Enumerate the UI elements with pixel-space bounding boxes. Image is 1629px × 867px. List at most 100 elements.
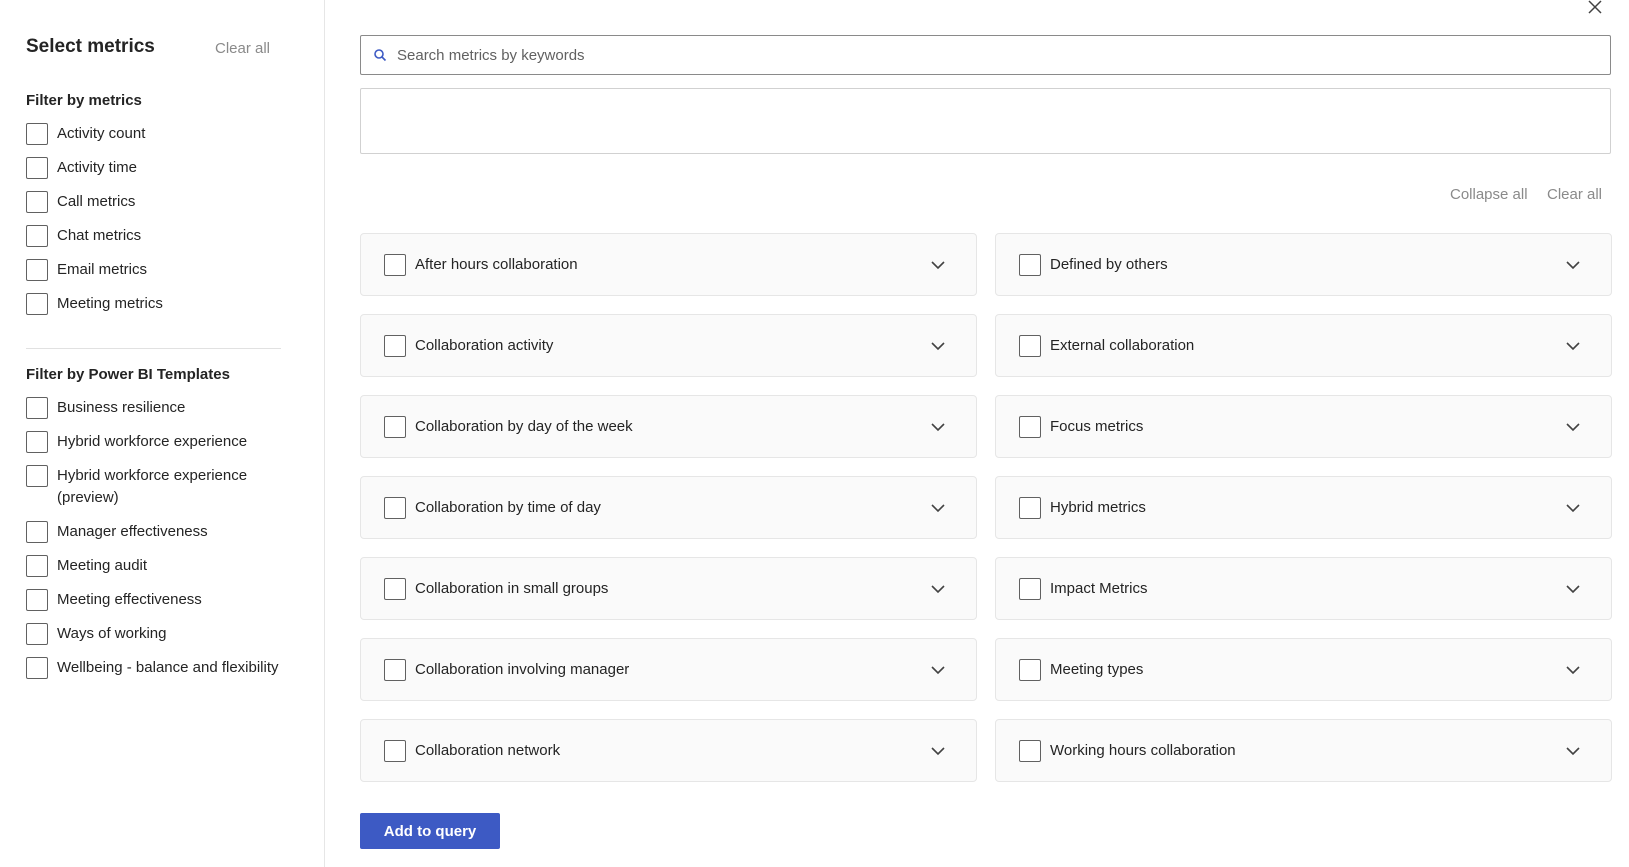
filter-panel: Select metrics Clear all Filter by metri… xyxy=(0,0,325,867)
close-icon xyxy=(1588,0,1602,14)
filter-item-meeting-audit[interactable]: Meeting audit xyxy=(26,555,286,577)
chevron-down-icon[interactable] xyxy=(930,584,946,594)
checkbox[interactable] xyxy=(26,123,48,145)
checkbox[interactable] xyxy=(26,623,48,645)
checkbox[interactable] xyxy=(26,157,48,179)
chevron-down-icon[interactable] xyxy=(1565,260,1581,270)
chevron-down-icon[interactable] xyxy=(930,746,946,756)
chevron-down-icon[interactable] xyxy=(1565,665,1581,675)
filter-item-label: Activity count xyxy=(57,125,146,142)
filter-item-meeting-metrics[interactable]: Meeting metrics xyxy=(26,293,286,315)
category-after-hours-collaboration[interactable]: After hours collaboration xyxy=(360,233,977,296)
checkbox[interactable] xyxy=(384,253,406,276)
filter-item-call-metrics[interactable]: Call metrics xyxy=(26,191,286,213)
category-label: Focus metrics xyxy=(1050,418,1144,435)
category-focus-metrics[interactable]: Focus metrics xyxy=(995,395,1612,458)
checkbox[interactable] xyxy=(26,191,48,213)
checkbox[interactable] xyxy=(1019,658,1041,681)
chevron-down-icon[interactable] xyxy=(930,422,946,432)
checkbox[interactable] xyxy=(384,496,406,519)
checkbox[interactable] xyxy=(26,259,48,281)
search-input[interactable] xyxy=(397,46,1610,64)
category-collaboration-in-small-groups[interactable]: Collaboration in small groups xyxy=(360,557,977,620)
chevron-down-icon[interactable] xyxy=(1565,584,1581,594)
filter-item-label: Manager effectiveness xyxy=(57,523,208,540)
category-meeting-types[interactable]: Meeting types xyxy=(995,638,1612,701)
panel-title: Select metrics xyxy=(26,36,155,57)
checkbox[interactable] xyxy=(26,293,48,315)
category-collaboration-by-day-of-week[interactable]: Collaboration by day of the week xyxy=(360,395,977,458)
checkbox[interactable] xyxy=(26,397,48,419)
add-to-query-button[interactable]: Add to query xyxy=(360,813,500,849)
checkbox[interactable] xyxy=(384,658,406,681)
category-collaboration-involving-manager[interactable]: Collaboration involving manager xyxy=(360,638,977,701)
category-label: Collaboration activity xyxy=(415,337,554,354)
filter-item-label: Wellbeing - balance and flexibility xyxy=(57,659,279,676)
chevron-down-icon[interactable] xyxy=(930,260,946,270)
checkbox[interactable] xyxy=(384,577,406,600)
category-label: Collaboration network xyxy=(415,742,561,759)
filter-item-label: Hybrid workforce experience (preview) xyxy=(57,467,248,506)
filter-item-email-metrics[interactable]: Email metrics xyxy=(26,259,286,281)
category-impact-metrics[interactable]: Impact Metrics xyxy=(995,557,1612,620)
category-label: Working hours collaboration xyxy=(1050,742,1236,759)
templates-filter-list: Business resilience Hybrid workforce exp… xyxy=(26,397,286,691)
filter-item-label: Meeting effectiveness xyxy=(57,591,202,608)
chevron-down-icon[interactable] xyxy=(1565,341,1581,351)
category-collaboration-by-time-of-day[interactable]: Collaboration by time of day xyxy=(360,476,977,539)
checkbox[interactable] xyxy=(1019,496,1041,519)
chevron-down-icon[interactable] xyxy=(930,341,946,351)
filter-item-business-resilience[interactable]: Business resilience xyxy=(26,397,286,419)
category-external-collaboration[interactable]: External collaboration xyxy=(995,314,1612,377)
checkbox[interactable] xyxy=(1019,739,1041,762)
search-box[interactable] xyxy=(360,35,1611,75)
checkbox[interactable] xyxy=(1019,415,1041,438)
chevron-down-icon[interactable] xyxy=(1565,422,1581,432)
collapse-all-button[interactable]: Collapse all xyxy=(1450,186,1528,203)
chevron-down-icon[interactable] xyxy=(1565,503,1581,513)
filter-item-label: Chat metrics xyxy=(57,227,142,244)
checkbox[interactable] xyxy=(384,415,406,438)
filter-item-activity-time[interactable]: Activity time xyxy=(26,157,286,179)
category-working-hours-collaboration[interactable]: Working hours collaboration xyxy=(995,719,1612,782)
filter-item-ways-of-working[interactable]: Ways of working xyxy=(26,623,286,645)
filter-item-chat-metrics[interactable]: Chat metrics xyxy=(26,225,286,247)
checkbox[interactable] xyxy=(26,521,48,543)
filter-item-label: Activity time xyxy=(57,159,138,176)
category-label: Defined by others xyxy=(1050,256,1168,273)
chevron-down-icon[interactable] xyxy=(930,665,946,675)
metrics-filter-list: Activity count Activity time Call metric… xyxy=(26,123,286,327)
filter-item-label: Email metrics xyxy=(57,261,148,278)
category-collaboration-network[interactable]: Collaboration network xyxy=(360,719,977,782)
checkbox[interactable] xyxy=(1019,577,1041,600)
filter-item-hybrid-workforce-experience-preview[interactable]: Hybrid workforce experience (preview) xyxy=(26,465,286,509)
checkbox[interactable] xyxy=(26,589,48,611)
checkbox[interactable] xyxy=(26,465,48,487)
checkbox[interactable] xyxy=(384,334,406,357)
filter-item-wellbeing[interactable]: Wellbeing - balance and flexibility xyxy=(26,657,286,679)
category-label: Collaboration by day of the week xyxy=(415,418,633,435)
category-collaboration-activity[interactable]: Collaboration activity xyxy=(360,314,977,377)
checkbox[interactable] xyxy=(26,555,48,577)
category-hybrid-metrics[interactable]: Hybrid metrics xyxy=(995,476,1612,539)
category-label: External collaboration xyxy=(1050,337,1195,354)
chevron-down-icon[interactable] xyxy=(1565,746,1581,756)
clear-filters-button[interactable]: Clear all xyxy=(215,40,270,57)
chevron-down-icon[interactable] xyxy=(930,503,946,513)
category-defined-by-others[interactable]: Defined by others xyxy=(995,233,1612,296)
checkbox[interactable] xyxy=(26,431,48,453)
selected-metrics-area xyxy=(360,88,1611,154)
filter-item-hybrid-workforce-experience[interactable]: Hybrid workforce experience xyxy=(26,431,286,453)
checkbox[interactable] xyxy=(26,225,48,247)
checkbox[interactable] xyxy=(26,657,48,679)
checkbox[interactable] xyxy=(1019,253,1041,276)
filter-by-metrics-heading: Filter by metrics xyxy=(26,92,142,109)
category-label: Hybrid metrics xyxy=(1050,499,1146,516)
close-button[interactable] xyxy=(1584,0,1606,18)
checkbox[interactable] xyxy=(1019,334,1041,357)
filter-item-meeting-effectiveness[interactable]: Meeting effectiveness xyxy=(26,589,286,611)
checkbox[interactable] xyxy=(384,739,406,762)
clear-all-button[interactable]: Clear all xyxy=(1547,186,1602,203)
filter-item-activity-count[interactable]: Activity count xyxy=(26,123,286,145)
filter-item-manager-effectiveness[interactable]: Manager effectiveness xyxy=(26,521,286,543)
